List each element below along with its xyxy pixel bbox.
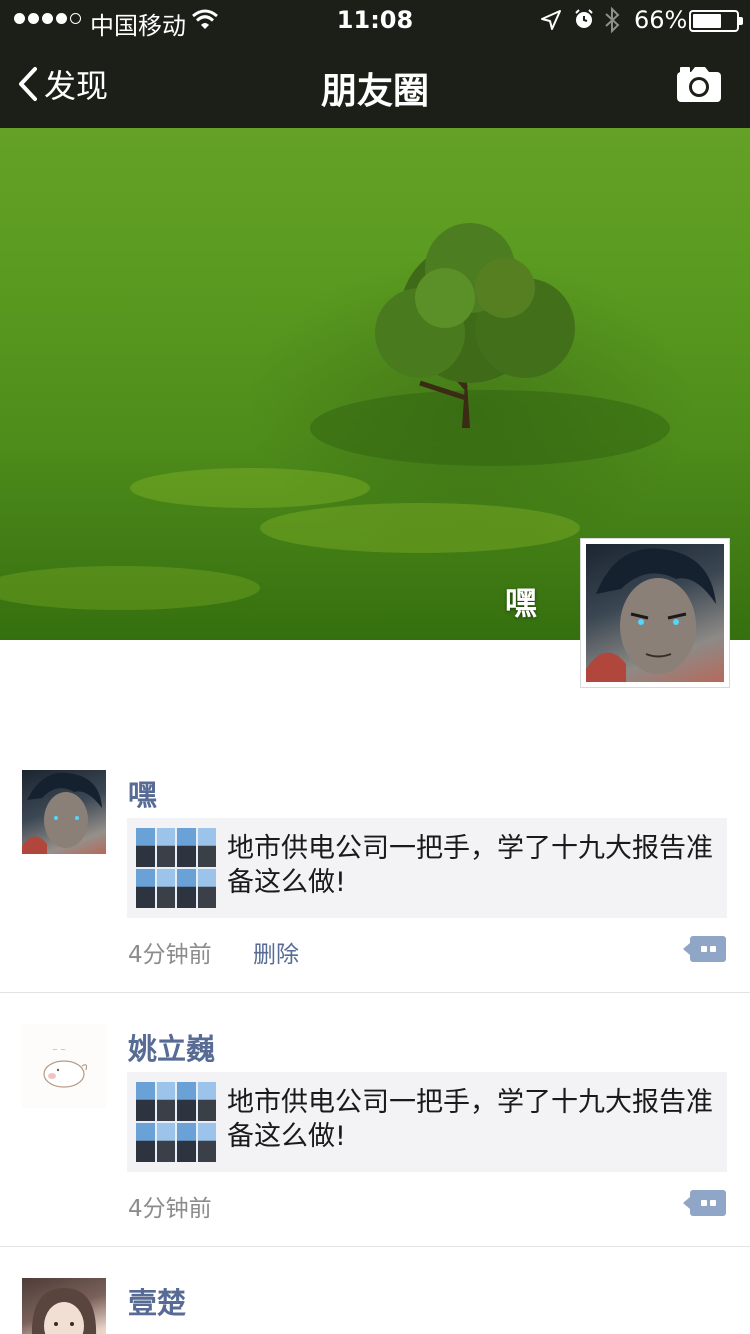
post-time: 4分钟前: [128, 942, 212, 968]
comment-icon[interactable]: [683, 1190, 726, 1216]
battery-icon: [689, 10, 743, 32]
bluetooth-icon: [605, 7, 620, 33]
poster-name[interactable]: 嘿: [128, 772, 157, 814]
shared-link-card[interactable]: 地市供电公司一把手，学了十九大报告准备这么做!: [127, 818, 727, 918]
post-time: 4分钟前: [128, 1196, 212, 1222]
top-bar: 中国移动 11:08 66% 发现 朋友圈: [0, 0, 750, 128]
anime-portrait-image: [586, 544, 724, 682]
link-thumbnail: [136, 828, 216, 908]
profile-avatar[interactable]: [580, 538, 730, 688]
status-bar: 中国移动 11:08 66%: [0, 0, 750, 40]
link-title: 地市供电公司一把手，学了十九大报告准备这么做!: [227, 1087, 713, 1152]
battery-percentage: 66%: [634, 6, 688, 34]
moment-post: 壹楚: [0, 1248, 750, 1334]
link-title: 地市供电公司一把手，学了十九大报告准备这么做!: [227, 833, 713, 898]
page-title: 朋友圈: [320, 71, 429, 112]
shared-link-card[interactable]: 地市供电公司一把手，学了十九大报告准备这么做!: [127, 1072, 727, 1172]
cover-username: 嘿: [505, 584, 538, 622]
poster-name[interactable]: 壹楚: [128, 1280, 186, 1322]
location-arrow-icon: [541, 10, 561, 30]
camera-icon[interactable]: [676, 64, 722, 104]
link-thumbnail: [136, 1082, 216, 1162]
avatar[interactable]: ~ ~: [22, 1024, 106, 1108]
alarm-icon: [575, 9, 593, 28]
moment-post: ~ ~ 姚立巍 地市供电公司一把手，学了十九大报告准备这么做! 4分钟前: [0, 994, 750, 1247]
moment-post: 嘿 地市供电公司一把手，学了十九大报告准备这么做! 4分钟前 删除: [0, 740, 750, 993]
comment-icon[interactable]: [683, 936, 726, 962]
delete-link[interactable]: 删除: [253, 935, 299, 969]
poster-name[interactable]: 姚立巍: [128, 1026, 215, 1068]
avatar[interactable]: [22, 1278, 106, 1334]
avatar[interactable]: [22, 770, 106, 854]
svg-text:~ ~: ~ ~: [52, 1046, 66, 1054]
